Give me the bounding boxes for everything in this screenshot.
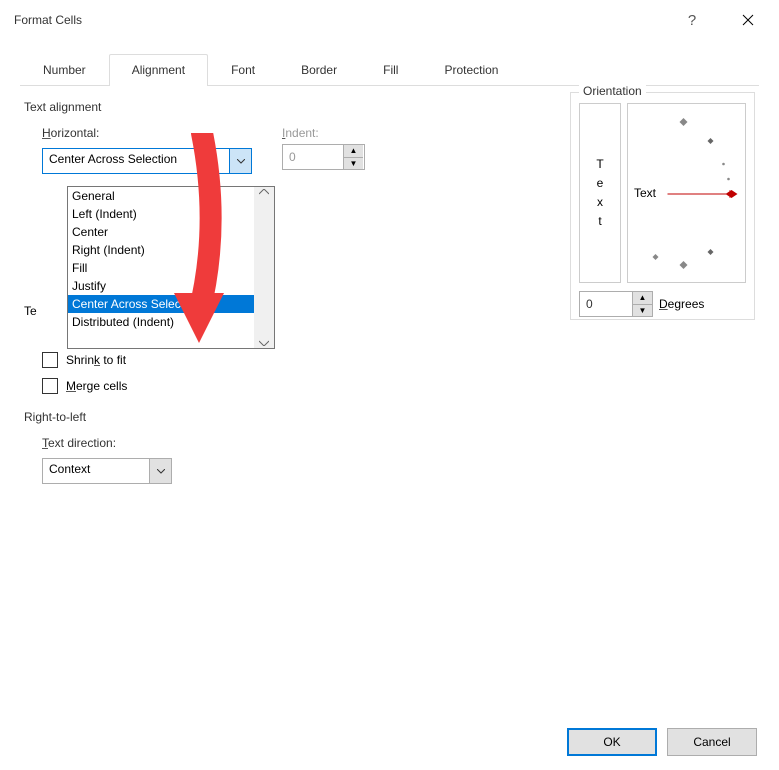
horizontal-combo[interactable]: Center Across Selection: [42, 148, 252, 174]
indent-spin-up[interactable]: ▲: [344, 145, 363, 158]
horizontal-label: Horizontal:: [42, 126, 252, 140]
text-control-label: Te: [24, 304, 37, 318]
tab-protection[interactable]: Protection: [421, 54, 521, 85]
horizontal-option-left-indent[interactable]: Left (Indent): [68, 205, 254, 223]
close-button[interactable]: [725, 5, 771, 35]
close-icon: [742, 14, 754, 26]
horizontal-combo-value: Center Across Selection: [43, 149, 229, 173]
degrees-value[interactable]: [580, 292, 632, 316]
horizontal-option-center-across-selection[interactable]: Center Across Selection: [68, 295, 254, 313]
tab-border[interactable]: Border: [278, 54, 360, 85]
text-direction-value: Context: [43, 459, 149, 483]
horizontal-option-center[interactable]: Center: [68, 223, 254, 241]
chevron-down-icon: [157, 469, 165, 474]
scroll-down-icon: [259, 340, 269, 346]
degrees-spin-down[interactable]: ▼: [633, 305, 652, 317]
help-button[interactable]: ?: [669, 5, 715, 35]
degrees-spin-up[interactable]: ▲: [633, 292, 652, 305]
indent-spin-down[interactable]: ▼: [344, 158, 363, 170]
horizontal-dropdown[interactable]: General Left (Indent) Center Right (Inde…: [67, 186, 275, 349]
degrees-spinner[interactable]: ▲ ▼: [579, 291, 653, 317]
orientation-dial-label: Text: [634, 186, 656, 200]
chevron-down-icon: [237, 159, 245, 164]
shrink-label: Shrink to fit: [66, 353, 126, 367]
horizontal-option-right-indent[interactable]: Right (Indent): [68, 241, 254, 259]
horizontal-combo-button[interactable]: [229, 149, 251, 173]
cancel-button[interactable]: Cancel: [667, 728, 757, 756]
indent-value[interactable]: [283, 145, 343, 169]
horizontal-option-justify[interactable]: Justify: [68, 277, 254, 295]
text-direction-label: Text direction:: [42, 436, 562, 450]
merge-checkbox[interactable]: [42, 378, 58, 394]
ok-button[interactable]: OK: [567, 728, 657, 756]
text-direction-combo[interactable]: Context: [42, 458, 172, 484]
text-alignment-label: Text alignment: [24, 100, 562, 114]
merge-label: Merge cells: [66, 379, 127, 393]
indent-label: Indent:: [282, 126, 365, 140]
rtl-label: Right-to-left: [24, 410, 562, 424]
tab-number[interactable]: Number: [20, 54, 109, 85]
horizontal-option-general[interactable]: General: [68, 187, 254, 205]
scroll-up-icon: [259, 189, 269, 195]
tab-alignment[interactable]: Alignment: [109, 54, 208, 85]
degrees-label: Degrees: [659, 297, 704, 311]
orientation-dial[interactable]: Text: [627, 103, 746, 283]
tab-strip: Number Alignment Font Border Fill Protec…: [20, 54, 759, 86]
horizontal-option-fill[interactable]: Fill: [68, 259, 254, 277]
orientation-vertical-text[interactable]: T e x t: [579, 103, 621, 283]
dropdown-scrollbar[interactable]: [254, 187, 274, 348]
tab-fill[interactable]: Fill: [360, 54, 421, 85]
shrink-checkbox[interactable]: [42, 352, 58, 368]
window-title: Format Cells: [14, 13, 669, 27]
tab-font[interactable]: Font: [208, 54, 278, 85]
orientation-label: Orientation: [579, 84, 646, 98]
text-direction-combo-button[interactable]: [149, 459, 171, 483]
indent-spinner[interactable]: ▲ ▼: [282, 144, 365, 170]
horizontal-option-distributed-indent[interactable]: Distributed (Indent): [68, 313, 254, 331]
